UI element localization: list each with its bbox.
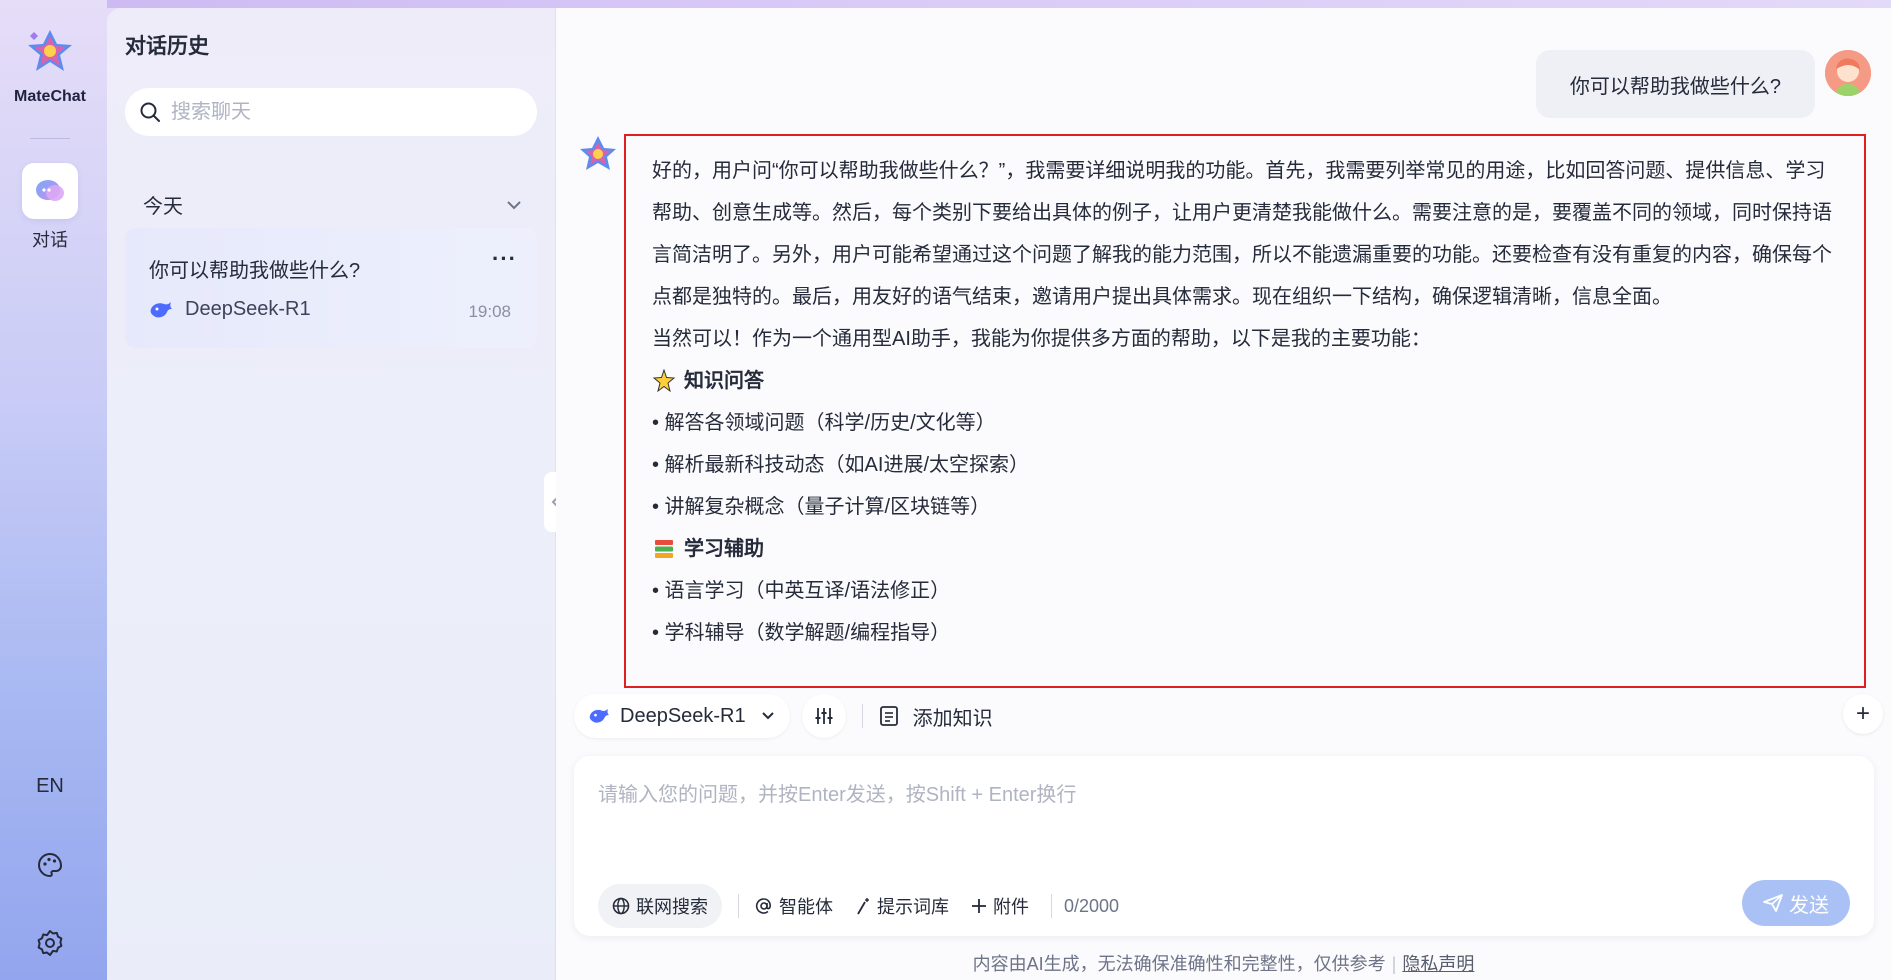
toolbar-divider: [861, 704, 863, 728]
chevron-down-icon: [761, 712, 774, 720]
section-heading-text: 学习辅助: [684, 538, 764, 560]
language-toggle[interactable]: EN: [0, 775, 100, 798]
ai-thinking-text: 好的，用户问“你可以帮助我做些什么？”，我需要详细说明我的功能。首先，我需要列举…: [652, 160, 1832, 308]
chat-bubble-icon: [36, 180, 64, 201]
composer-divider: [738, 894, 739, 918]
message-input[interactable]: [598, 778, 1838, 838]
top-strip: [0, 0, 1891, 8]
composer-actions: 联网搜索 智能体 提示词库 附件 0/2000: [598, 884, 1119, 928]
disclaimer: 内容由AI生成，无法确保准确性和完整性，仅供参考 | 隐私声明: [556, 950, 1891, 976]
add-knowledge-label: 添加知识: [912, 707, 993, 730]
deepseek-whale-icon: [150, 301, 172, 317]
ai-response: 好的，用户问“你可以帮助我做些什么？”，我需要详细说明我的功能。首先，我需要列举…: [624, 134, 1866, 688]
bullet-item: • 学科辅导（数学解题/编程指导）: [652, 622, 951, 644]
settings-gear-icon[interactable]: [36, 929, 64, 957]
prompt-library-button[interactable]: 提示词库: [855, 893, 949, 919]
attachment-label: 附件: [993, 897, 1029, 917]
chevron-down-icon[interactable]: [505, 196, 523, 214]
model-selector-label: DeepSeek-R1: [620, 704, 746, 727]
user-avatar: [1825, 50, 1871, 96]
new-chat-plus-button[interactable]: +: [1843, 694, 1883, 734]
history-title: 对话历史: [125, 35, 209, 58]
bullet-item: • 讲解复杂概念（量子计算/区块链等）: [652, 496, 991, 518]
web-search-toggle[interactable]: 联网搜索: [598, 884, 722, 928]
ai-intro-text: 当然可以！作为一个通用型AI助手，我能为你提供多方面的帮助，以下是我的主要功能：: [652, 328, 1431, 350]
conversation-title: 你可以帮助我做些什么?: [149, 260, 361, 282]
plus-icon: [972, 899, 986, 913]
books-icon: [655, 540, 673, 558]
nav-chat-label[interactable]: 对话: [0, 226, 100, 252]
user-message-bubble: 你可以帮助我做些什么?: [1535, 50, 1815, 118]
message-composer: 联网搜索 智能体 提示词库: [574, 756, 1874, 936]
left-rail: MateChat 对话 EN: [0, 0, 107, 980]
send-plane-icon: [1763, 894, 1783, 912]
section-heading: 知识问答: [652, 360, 1840, 402]
privacy-link[interactable]: 隐私声明: [1402, 954, 1474, 974]
chat-main: 你可以帮助我做些什么? 好的，用户问“你可以帮助我做些什么？”，我需要详细说明我…: [556, 8, 1891, 980]
parameter-settings-button[interactable]: [801, 694, 846, 738]
disclaimer-text: 内容由AI生成，无法确保准确性和完整性，仅供参考: [972, 954, 1386, 974]
matechat-logo-icon: [28, 30, 72, 71]
rail-divider: [30, 138, 70, 139]
nav-chat-button[interactable]: [22, 163, 78, 219]
add-knowledge-button[interactable]: 添加知识: [879, 702, 993, 731]
user-message-text: 你可以帮助我做些什么?: [1569, 75, 1781, 98]
conversation-time: 19:08: [468, 302, 511, 321]
palette-icon[interactable]: [36, 851, 64, 879]
bullet-item: • 解析最新科技动态（如AI进展/太空探索）: [652, 454, 1030, 476]
character-counter: 0/2000: [1064, 895, 1120, 916]
history-search[interactable]: [125, 88, 537, 136]
at-sign-icon: [755, 898, 771, 914]
document-icon: [879, 706, 898, 726]
bullet-item: • 语言学习（中英互译/语法修正）: [652, 580, 951, 602]
send-button[interactable]: 发送: [1742, 880, 1850, 926]
group-today-header[interactable]: 今天: [143, 190, 523, 219]
conversation-model: DeepSeek-R1: [149, 298, 311, 321]
web-search-label: 联网搜索: [636, 897, 708, 917]
search-icon: [140, 102, 160, 122]
send-label: 发送: [1789, 894, 1829, 917]
section-heading: 学习辅助: [652, 528, 1840, 570]
section-heading-text: 知识问答: [684, 370, 764, 392]
attachment-button[interactable]: 附件: [971, 893, 1029, 919]
conversation-model-name: DeepSeek-R1: [185, 298, 311, 320]
history-panel: 对话历史 今天 你可以帮助我做些什么? ··· DeepSeek-R1 19:0…: [107, 8, 555, 980]
group-today-label: 今天: [143, 196, 183, 218]
search-input[interactable]: [171, 100, 511, 124]
globe-icon: [612, 897, 630, 915]
sparkle-icon: [652, 369, 676, 393]
disclaimer-divider: |: [1391, 954, 1397, 974]
more-options-icon[interactable]: ···: [492, 246, 517, 272]
magic-wand-icon: [857, 898, 869, 915]
agent-button[interactable]: 智能体: [755, 893, 833, 919]
model-selector[interactable]: DeepSeek-R1: [574, 694, 790, 738]
prompt-library-label: 提示词库: [877, 897, 949, 917]
input-toolbar: DeepSeek-R1 添加知识: [574, 694, 993, 738]
composer-divider: [1051, 894, 1052, 918]
brand-name: MateChat: [13, 88, 86, 105]
conversation-item[interactable]: 你可以帮助我做些什么? ··· DeepSeek-R1 19:08: [125, 228, 537, 348]
bullet-item: • 解答各领域问题（科学/历史/文化等）: [652, 412, 996, 434]
agent-label: 智能体: [779, 897, 833, 917]
sliders-icon: [815, 708, 833, 724]
deepseek-whale-icon: [589, 708, 609, 723]
ai-avatar-icon: [580, 136, 616, 170]
